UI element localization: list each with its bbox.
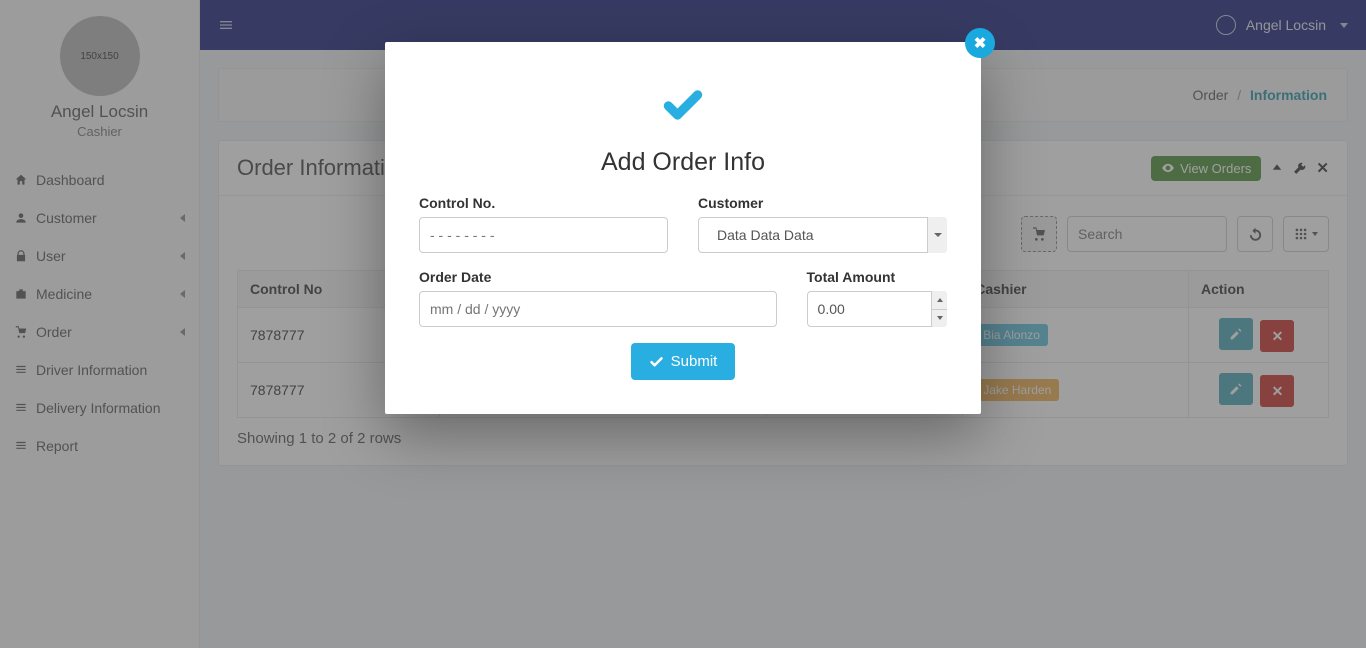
control-no-input[interactable] xyxy=(419,217,668,253)
check-icon xyxy=(649,354,664,369)
control-no-group: Control No. xyxy=(419,195,668,253)
submit-button[interactable]: Submit xyxy=(631,343,736,380)
modal-close-button[interactable]: ✖ xyxy=(965,28,995,58)
total-amount-input[interactable] xyxy=(807,291,947,327)
total-amount-label: Total Amount xyxy=(807,269,947,285)
customer-select[interactable] xyxy=(698,217,947,253)
total-amount-group: Total Amount xyxy=(807,269,947,327)
quantity-stepper[interactable] xyxy=(931,291,947,327)
modal-title: Add Order Info xyxy=(419,148,947,177)
order-date-input[interactable] xyxy=(419,291,777,327)
add-order-modal: ✖ Add Order Info Control No. Customer Or… xyxy=(385,42,981,414)
order-date-label: Order Date xyxy=(419,269,777,285)
order-date-group: Order Date xyxy=(419,269,777,327)
check-icon xyxy=(419,82,947,126)
customer-group: Customer xyxy=(698,195,947,253)
customer-label: Customer xyxy=(698,195,947,211)
submit-label: Submit xyxy=(671,353,718,370)
chevron-down-icon[interactable] xyxy=(927,217,947,253)
control-no-label: Control No. xyxy=(419,195,668,211)
